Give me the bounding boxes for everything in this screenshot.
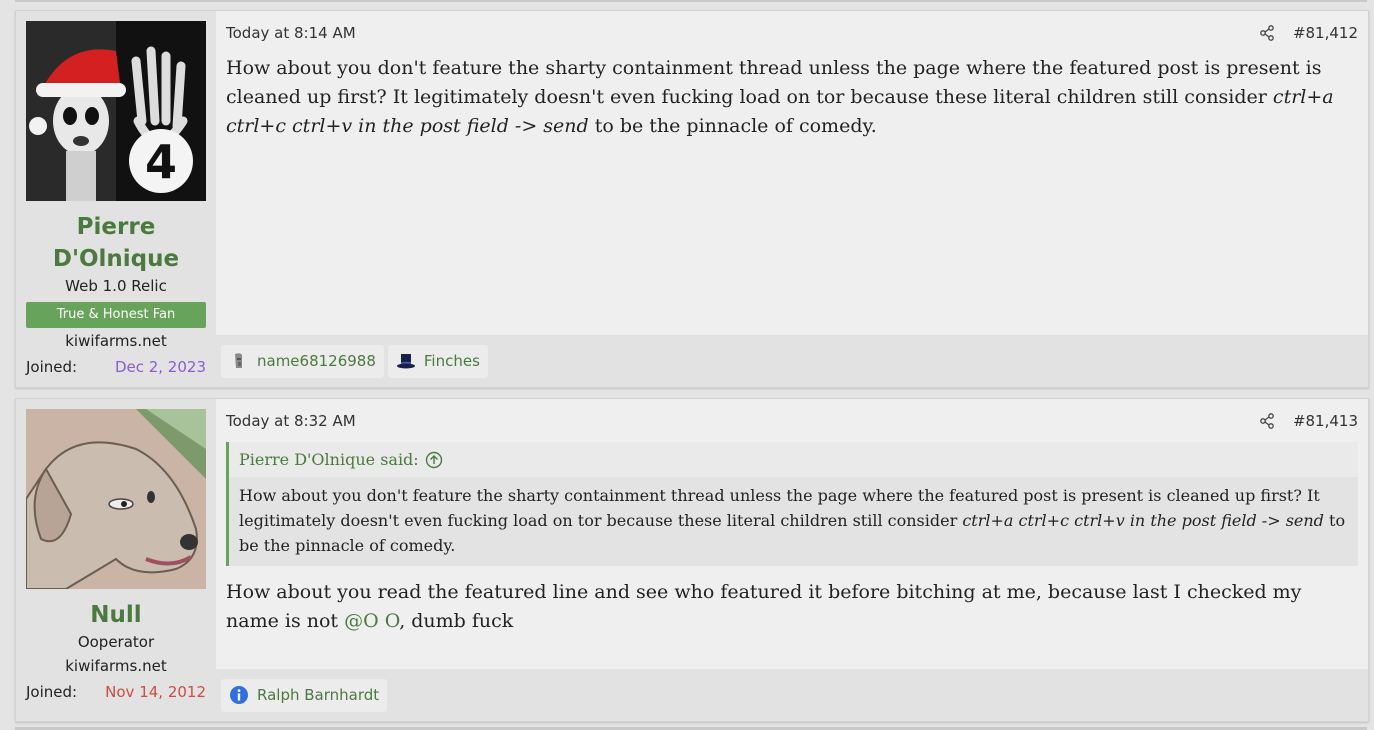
reaction-user[interactable]: name68126988 <box>257 352 376 370</box>
post-body: How about you don't feature the sharty c… <box>226 54 1358 141</box>
reactions-bar: Ralph Barnhardt <box>216 669 1368 721</box>
joined-label: Joined: <box>26 683 78 701</box>
joined-date: Nov 14, 2012 <box>105 683 206 701</box>
post-number-link[interactable]: #81,412 <box>1293 24 1358 42</box>
quote-author[interactable]: Pierre D'Olnique said: <box>239 450 419 469</box>
post-number-link[interactable]: #81,413 <box>1293 412 1358 430</box>
post-user-panel: 4 Pierre D'Olnique Web 1.0 Relic True & … <box>16 11 216 387</box>
top-hat-icon <box>396 354 415 369</box>
svg-text:4: 4 <box>145 135 177 189</box>
post-meta-right: #81,413 <box>1259 412 1358 430</box>
quote-block: Pierre D'Olnique said: How about you don… <box>226 442 1358 566</box>
quote-italic: ctrl+a ctrl+c ctrl+v in the post field -… <box>962 511 1324 530</box>
post-body-text-end: , dumb fuck <box>399 610 514 632</box>
info-icon <box>230 686 248 704</box>
quote-header[interactable]: Pierre D'Olnique said: <box>229 442 1358 477</box>
username-line1[interactable]: Pierre <box>53 211 179 243</box>
reactions-bar: name68126988 Finches <box>216 335 1368 387</box>
post-81412: 4 Pierre D'Olnique Web 1.0 Relic True & … <box>15 10 1369 388</box>
user-mention-link[interactable]: @O O <box>344 610 399 632</box>
thread-top-divider <box>15 0 1367 2</box>
post-meta: Today at 8:14 AM #81,412 <box>226 21 1358 45</box>
post-body: How about you read the featured line and… <box>226 578 1358 636</box>
reaction-user[interactable]: Finches <box>424 352 480 370</box>
quote-body: How about you don't feature the sharty c… <box>229 477 1358 566</box>
post-timestamp[interactable]: Today at 8:14 AM <box>226 24 356 42</box>
post-81413: Null Ooperator kiwifarms.net Joined: Nov… <box>15 398 1369 722</box>
share-icon[interactable] <box>1259 413 1275 429</box>
user-title: Ooperator <box>77 633 155 651</box>
post-meta-right: #81,412 <box>1259 24 1358 42</box>
share-icon[interactable] <box>1259 25 1275 41</box>
user-site: kiwifarms.net <box>65 657 167 675</box>
dog-avatar[interactable] <box>26 409 206 589</box>
username[interactable]: Null <box>90 599 141 631</box>
reaction-item[interactable]: Finches <box>387 344 488 378</box>
joined-row: Joined: Nov 14, 2012 <box>26 681 206 703</box>
joined-label: Joined: <box>26 358 78 376</box>
joined-date: Dec 2, 2023 <box>114 358 206 376</box>
post-user-panel: Null Ooperator kiwifarms.net Joined: Nov… <box>16 399 216 721</box>
post-meta: Today at 8:32 AM #81,413 <box>226 409 1358 433</box>
reaction-user[interactable]: Ralph Barnhardt <box>257 686 379 704</box>
post-timestamp[interactable]: Today at 8:32 AM <box>226 412 356 430</box>
post-content: Today at 8:14 AM #81,412 How about you d… <box>216 11 1368 335</box>
user-site: kiwifarms.net <box>65 332 167 350</box>
post-content: Today at 8:32 AM #81,413 Pierre D'Olniqu… <box>216 399 1368 669</box>
post-main: Today at 8:32 AM #81,413 Pierre D'Olniqu… <box>216 399 1368 721</box>
arrow-up-circle-icon[interactable] <box>425 451 443 469</box>
reaction-item[interactable]: Ralph Barnhardt <box>221 678 388 712</box>
user-banner: True & Honest Fan <box>26 302 206 328</box>
username-line2[interactable]: D'Olnique <box>53 243 179 275</box>
user-title: Web 1.0 Relic <box>65 277 167 295</box>
post-body-text: How about you don't feature the sharty c… <box>226 57 1322 108</box>
username[interactable]: Pierre D'Olnique <box>53 211 179 275</box>
post-body-text-end: to be the pinnacle of comedy. <box>588 115 877 137</box>
post-main: Today at 8:14 AM #81,412 How about you d… <box>216 11 1368 387</box>
joined-row: Joined: Dec 2, 2023 <box>26 356 206 378</box>
reaction-item[interactable]: name68126988 <box>221 344 384 378</box>
moai-icon <box>235 353 242 368</box>
santa-hat-portrait-avatar[interactable]: 4 <box>26 21 206 201</box>
